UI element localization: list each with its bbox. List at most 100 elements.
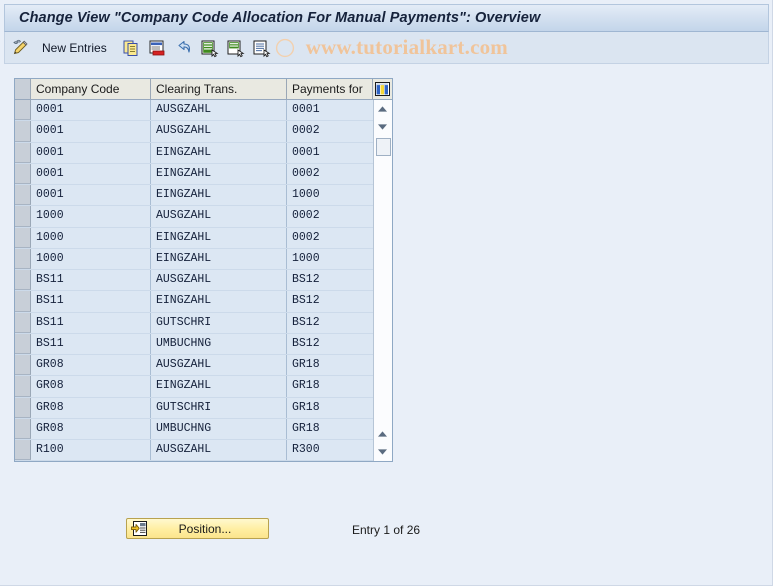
row-selector[interactable] xyxy=(15,376,31,397)
table-row[interactable]: 0001 EINGZAHL 0001 xyxy=(15,142,373,164)
table-row[interactable]: 1000 EINGZAHL 0002 xyxy=(15,227,373,249)
column-header-company-code[interactable]: Company Code xyxy=(31,79,151,99)
table-row[interactable]: BS11 UMBUCHNG BS12 xyxy=(15,333,373,355)
new-entries-button[interactable]: New Entries xyxy=(39,39,110,57)
table-cell[interactable]: AUSGZAHL xyxy=(151,121,287,142)
table-row[interactable]: 1000 AUSGZAHL 0002 xyxy=(15,206,373,228)
table-cell[interactable]: 0002 xyxy=(287,121,373,142)
row-selector[interactable] xyxy=(15,418,31,439)
table-row[interactable]: 1000 EINGZAHL 1000 xyxy=(15,248,373,270)
row-selector[interactable] xyxy=(15,397,31,418)
scroll-up-icon[interactable] xyxy=(374,100,391,118)
scroll-page-down-icon[interactable] xyxy=(374,443,391,461)
table-cell[interactable]: 0001 xyxy=(31,142,151,163)
table-cell[interactable]: AUSGZAHL xyxy=(151,100,287,121)
table-row[interactable]: BS11 GUTSCHRI BS12 xyxy=(15,312,373,334)
row-selector[interactable] xyxy=(15,121,31,142)
table-cell[interactable]: 1000 xyxy=(287,185,373,206)
table-cell[interactable]: UMBUCHNG xyxy=(151,333,287,354)
table-row[interactable]: GR08 UMBUCHNG GR18 xyxy=(15,418,373,440)
table-row[interactable]: R100 AUSGZAHL R300 xyxy=(15,440,373,461)
row-selector[interactable] xyxy=(15,142,31,163)
table-cell[interactable]: GR18 xyxy=(287,355,373,376)
row-selector[interactable] xyxy=(15,227,31,248)
column-header-clearing-trans[interactable]: Clearing Trans. xyxy=(151,79,287,99)
vertical-scrollbar[interactable] xyxy=(373,100,392,461)
undo-icon[interactable] xyxy=(172,37,194,59)
table-row[interactable]: GR08 EINGZAHL GR18 xyxy=(15,376,373,398)
table-cell[interactable]: AUSGZAHL xyxy=(151,270,287,291)
table-cell[interactable]: EINGZAHL xyxy=(151,163,287,184)
position-button[interactable]: Position... xyxy=(126,518,269,539)
table-cell[interactable]: 1000 xyxy=(31,227,151,248)
table-cell[interactable]: BS12 xyxy=(287,291,373,312)
row-selector[interactable] xyxy=(15,163,31,184)
select-all-icon[interactable] xyxy=(198,37,220,59)
table-row[interactable]: GR08 AUSGZAHL GR18 xyxy=(15,355,373,377)
table-cell[interactable]: GR08 xyxy=(31,376,151,397)
table-cell[interactable]: BS11 xyxy=(31,270,151,291)
deselect-all-icon[interactable] xyxy=(250,37,272,59)
table-cell[interactable]: BS11 xyxy=(31,312,151,333)
row-selector[interactable] xyxy=(15,185,31,206)
table-cell[interactable]: AUSGZAHL xyxy=(151,206,287,227)
table-cell[interactable]: EINGZAHL xyxy=(151,376,287,397)
table-cell[interactable]: EINGZAHL xyxy=(151,185,287,206)
row-selector[interactable] xyxy=(15,333,31,354)
table-cell[interactable]: 0001 xyxy=(287,142,373,163)
table-row[interactable]: 0001 AUSGZAHL 0002 xyxy=(15,121,373,143)
table-cell[interactable]: 0001 xyxy=(31,163,151,184)
table-cell[interactable]: UMBUCHNG xyxy=(151,418,287,439)
table-cell[interactable]: R100 xyxy=(31,440,151,461)
scroll-page-up-icon[interactable] xyxy=(374,425,391,443)
table-cell[interactable]: 0002 xyxy=(287,163,373,184)
table-row[interactable]: 0001 EINGZAHL 0002 xyxy=(15,163,373,185)
row-selector[interactable] xyxy=(15,270,31,291)
row-selector[interactable] xyxy=(15,440,31,461)
table-row[interactable]: BS11 AUSGZAHL BS12 xyxy=(15,270,373,292)
table-cell[interactable]: BS12 xyxy=(287,333,373,354)
table-cell[interactable]: GR18 xyxy=(287,397,373,418)
row-selector[interactable] xyxy=(15,291,31,312)
table-cell[interactable]: 1000 xyxy=(31,248,151,269)
pencil-display-change-icon[interactable] xyxy=(9,37,31,59)
delete-icon[interactable] xyxy=(146,37,168,59)
table-cell[interactable]: R300 xyxy=(287,440,373,461)
table-cell[interactable]: EINGZAHL xyxy=(151,142,287,163)
row-selector[interactable] xyxy=(15,100,31,121)
row-selector[interactable] xyxy=(15,312,31,333)
table-row[interactable]: BS11 EINGZAHL BS12 xyxy=(15,291,373,313)
table-cell[interactable]: AUSGZAHL xyxy=(151,355,287,376)
column-header-payments-for[interactable]: Payments for xyxy=(287,79,373,99)
table-cell[interactable]: GUTSCHRI xyxy=(151,397,287,418)
table-settings-icon[interactable] xyxy=(373,79,392,99)
select-block-icon[interactable] xyxy=(224,37,246,59)
table-cell[interactable]: BS11 xyxy=(31,291,151,312)
table-cell[interactable]: BS12 xyxy=(287,270,373,291)
table-cell[interactable]: GR18 xyxy=(287,376,373,397)
table-cell[interactable]: GR08 xyxy=(31,397,151,418)
table-row[interactable]: 0001 AUSGZAHL 0001 xyxy=(15,100,373,122)
table-cell[interactable]: GR18 xyxy=(287,418,373,439)
table-cell[interactable]: GR08 xyxy=(31,355,151,376)
table-cell[interactable]: EINGZAHL xyxy=(151,291,287,312)
row-selector[interactable] xyxy=(15,206,31,227)
row-selector[interactable] xyxy=(15,355,31,376)
scroll-down-icon[interactable] xyxy=(374,118,391,136)
table-cell[interactable]: 0001 xyxy=(31,185,151,206)
table-cell[interactable]: EINGZAHL xyxy=(151,227,287,248)
table-cell[interactable]: 0001 xyxy=(31,100,151,121)
table-cell[interactable]: 0002 xyxy=(287,227,373,248)
table-row[interactable]: GR08 GUTSCHRI GR18 xyxy=(15,397,373,419)
table-cell[interactable]: 1000 xyxy=(31,206,151,227)
table-cell[interactable]: 0001 xyxy=(287,100,373,121)
table-cell[interactable]: BS12 xyxy=(287,312,373,333)
scroll-thumb[interactable] xyxy=(375,138,391,156)
table-cell[interactable]: 0002 xyxy=(287,206,373,227)
table-cell[interactable]: GR08 xyxy=(31,418,151,439)
table-cell[interactable]: AUSGZAHL xyxy=(151,440,287,461)
table-cell[interactable]: 0001 xyxy=(31,121,151,142)
row-selector[interactable] xyxy=(15,248,31,269)
table-cell[interactable]: 1000 xyxy=(287,248,373,269)
copy-icon[interactable] xyxy=(120,37,142,59)
